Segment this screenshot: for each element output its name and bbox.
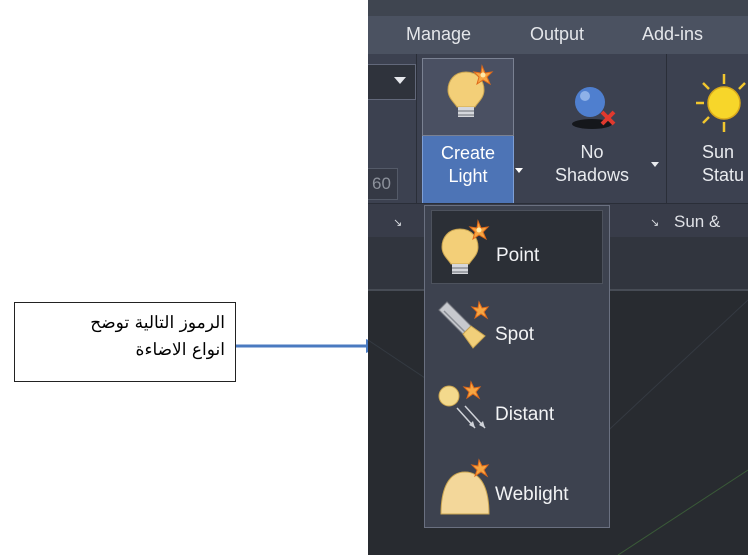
light-type-menu: Point Spot Distant Weblight <box>424 205 610 528</box>
menu-item-label: Spot <box>495 324 535 345</box>
tab-output[interactable]: Output <box>530 24 584 45</box>
tab-manage[interactable]: Manage <box>406 24 471 45</box>
chevron-down-icon <box>394 77 406 84</box>
create-light-button[interactable]: Create Light <box>422 58 514 204</box>
lightbulb-icon <box>447 64 494 117</box>
autocad-window: Manage Output Add-ins 60 Create Light No… <box>368 0 748 555</box>
spot-light-icon <box>438 300 490 349</box>
ribbon-tabs: Manage Output Add-ins <box>368 16 748 54</box>
no-shadows-dropdown-arrow[interactable] <box>651 162 659 167</box>
sun-status-button[interactable]: Sun Statu <box>702 141 748 187</box>
create-light-label-1: Create <box>440 143 496 163</box>
menu-item-label: Weblight <box>495 484 569 505</box>
menu-item-label: Distant <box>495 404 555 425</box>
menu-item-distant[interactable]: Distant <box>431 370 603 444</box>
annotation-line-1: الرموز التالية توضح <box>90 313 225 333</box>
no-shadows-button[interactable]: No Shadows <box>542 141 642 187</box>
panel-launcher-icon[interactable]: ↘ <box>650 216 659 229</box>
no-shadows-label-1: No <box>580 142 604 162</box>
sun-status-label-2: Statu <box>702 165 745 185</box>
menu-item-point[interactable]: Point <box>431 210 603 284</box>
point-light-icon <box>441 219 490 274</box>
visual-style-dropdown[interactable] <box>368 64 416 100</box>
annotation-arrow <box>236 339 382 353</box>
distant-light-icon <box>438 380 486 429</box>
no-shadows-label-2: Shadows <box>554 165 630 185</box>
annotation-line-2: انواع الاضاءة <box>135 340 225 360</box>
panel-launcher-icon[interactable]: ↘ <box>393 216 402 229</box>
exposure-value: 60 <box>372 174 391 193</box>
exposure-value-field[interactable]: 60 <box>368 168 398 200</box>
sun-icon[interactable] <box>690 72 748 134</box>
menu-item-weblight[interactable]: Weblight <box>431 450 603 524</box>
create-light-dropdown-arrow[interactable] <box>515 168 523 173</box>
sun-panel-title[interactable]: Sun & <box>674 212 720 232</box>
sun-status-label-1: Sun <box>702 142 735 162</box>
no-shadows-icon[interactable] <box>568 82 624 134</box>
menu-item-spot[interactable]: Spot <box>431 290 603 364</box>
create-light-label-2: Light <box>448 166 488 186</box>
weblight-icon <box>440 458 490 515</box>
menu-item-label: Point <box>496 245 540 266</box>
title-strip <box>368 0 748 16</box>
annotation-box: الرموز التالية توضح انواع الاضاءة <box>14 302 236 382</box>
tab-add-ins[interactable]: Add-ins <box>642 24 703 45</box>
